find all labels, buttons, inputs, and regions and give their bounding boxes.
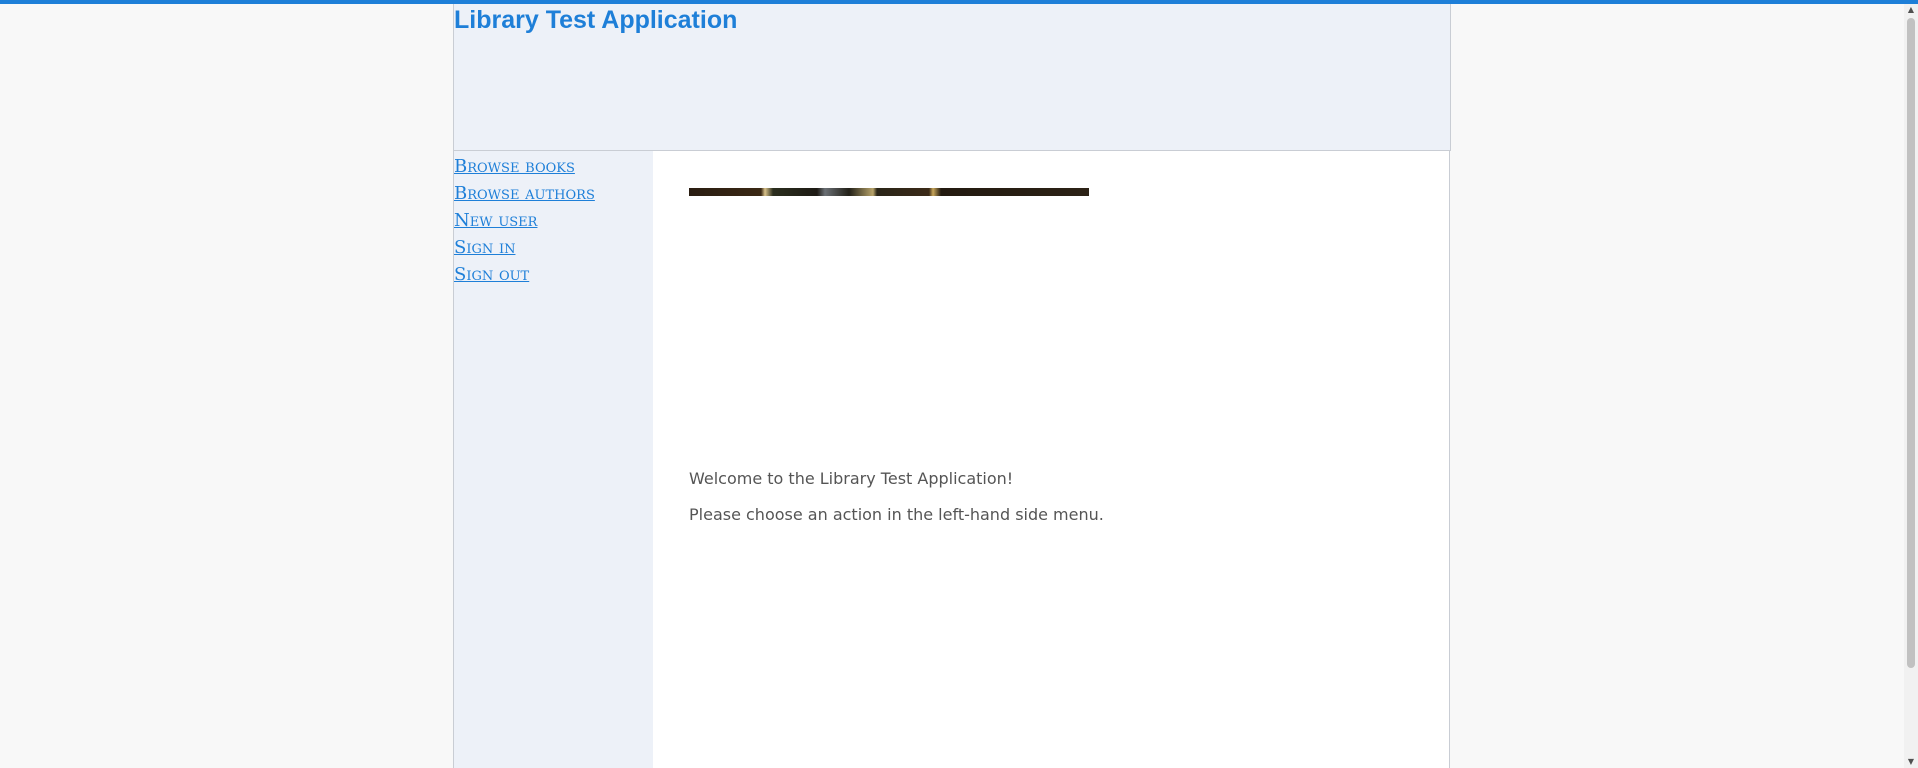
scrollbar-thumb[interactable] [1907, 18, 1915, 668]
nav-list: Browse books Browse authors New user Sig… [454, 156, 595, 291]
new-user-link[interactable]: New user [454, 210, 537, 231]
instruction-message: Please choose an action in the left-hand… [689, 505, 1104, 524]
chevron-up-icon[interactable]: ▲ [1904, 4, 1918, 16]
vertical-scrollbar[interactable]: ▲ ▼ [1904, 4, 1918, 768]
sidebar-item-sign-in: Sign in [454, 237, 595, 264]
sidebar-item-sign-out: Sign out [454, 264, 595, 291]
page-container: Library Test Application Browse books Br… [453, 4, 1451, 768]
sidebar-item-new-user: New user [454, 210, 595, 237]
sign-in-link[interactable]: Sign in [454, 237, 515, 258]
welcome-message: Welcome to the Library Test Application! [689, 469, 1014, 488]
site-header: Library Test Application [453, 4, 1451, 151]
sidebar-item-browse-authors: Browse authors [454, 183, 595, 210]
sidebar-menu: Browse books Browse authors New user Sig… [453, 151, 654, 768]
sidebar-item-browse-books: Browse books [454, 156, 595, 183]
app-title: Library Test Application [454, 6, 738, 34]
chevron-down-icon[interactable]: ▼ [1904, 756, 1918, 768]
main-content: Welcome to the Library Test Application!… [653, 151, 1450, 768]
browse-books-link[interactable]: Browse books [454, 156, 575, 177]
library-banner-image [689, 188, 1089, 196]
browse-authors-link[interactable]: Browse authors [454, 183, 595, 204]
sign-out-link[interactable]: Sign out [454, 264, 529, 285]
